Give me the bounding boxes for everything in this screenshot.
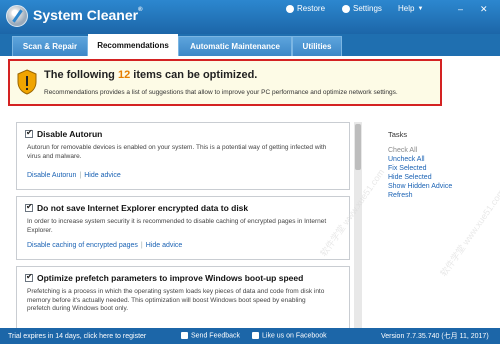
main-panel: The following 12 items can be optimized.…	[0, 56, 500, 328]
task-uncheck-all[interactable]: Uncheck All	[388, 155, 498, 164]
advice-title: Do not save Internet Explorer encrypted …	[25, 202, 248, 213]
app-title: System Cleaner®	[33, 7, 143, 23]
tasks-panel: Tasks Check All Uncheck All Fix Selected…	[388, 130, 498, 200]
settings-label: Settings	[353, 4, 382, 13]
advice-checkbox[interactable]	[25, 272, 33, 282]
restore-label: Restore	[297, 4, 326, 13]
task-check-all[interactable]: Check All	[388, 146, 498, 155]
advice-action-link[interactable]: Disable caching of encrypted pages	[27, 242, 138, 249]
advice-title: Optimize prefetch parameters to improve …	[25, 272, 303, 283]
task-refresh[interactable]: Refresh	[388, 191, 498, 200]
item-count: 12	[117, 69, 131, 81]
advice-title: Disable Autorun	[25, 128, 102, 139]
task-show-hidden-advice[interactable]: Show Hidden Advice	[388, 182, 498, 191]
banner-description: Recommendations provides a list of sugge…	[44, 89, 398, 96]
register-link[interactable]: Trial expires in 14 days, click here to …	[8, 333, 146, 340]
task-fix-selected[interactable]: Fix Selected	[388, 164, 498, 173]
advice-list: Disable Autorun Autorun for removable de…	[16, 122, 352, 328]
settings-button[interactable]: Settings	[342, 4, 382, 13]
hide-advice-link[interactable]: Hide advice	[84, 172, 121, 179]
scrollbar-thumb[interactable]	[355, 124, 361, 170]
advice-links: Disable Autorun | Hide advice	[27, 172, 121, 179]
app-logo-icon	[6, 5, 28, 27]
watermark: 软件学堂 www.xue51.com	[438, 187, 500, 279]
title-bar: System Cleaner® Restore Settings Help ▼ …	[0, 0, 500, 34]
close-button[interactable]: ✕	[480, 4, 488, 15]
help-button[interactable]: Help ▼	[398, 4, 423, 13]
advice-checkbox[interactable]	[25, 128, 33, 138]
feedback-icon	[181, 332, 188, 340]
minimize-button[interactable]: –	[458, 4, 463, 14]
tasks-title: Tasks	[388, 130, 408, 139]
chevron-down-icon: ▼	[417, 5, 424, 12]
task-hide-selected[interactable]: Hide Selected	[388, 173, 498, 182]
advice-item: Do not save Internet Explorer encrypted …	[16, 196, 350, 260]
advice-description: Prefetching is a process in which the op…	[27, 288, 325, 312]
advice-action-link[interactable]: Disable Autorun	[27, 172, 76, 179]
tab-automatic-maintenance[interactable]: Automatic Maintenance	[178, 36, 292, 56]
hide-advice-link[interactable]: Hide advice	[146, 242, 183, 249]
tab-bar: Scan & Repair Recommendations Automatic …	[0, 34, 500, 56]
facebook-link[interactable]: Like us on Facebook	[252, 332, 327, 340]
tab-recommendations[interactable]: Recommendations	[88, 34, 178, 56]
advice-description: Autorun for removable devices is enabled…	[27, 144, 327, 160]
advice-item: Disable Autorun Autorun for removable de…	[16, 122, 350, 190]
gear-icon	[342, 4, 350, 13]
restore-button[interactable]: Restore	[286, 4, 325, 13]
advice-item: Optimize prefetch parameters to improve …	[16, 266, 350, 328]
version-text: Version 7.7.35.740 (七月 11, 2017)	[381, 333, 489, 340]
tab-utilities[interactable]: Utilities	[292, 36, 342, 56]
banner-title: The following 12 items can be optimized.	[44, 69, 258, 81]
status-bar: Trial expires in 14 days, click here to …	[0, 328, 500, 344]
vertical-scrollbar[interactable]	[354, 122, 362, 328]
tab-scan-repair[interactable]: Scan & Repair	[12, 36, 88, 56]
restore-icon	[286, 4, 294, 13]
send-feedback-link[interactable]: Send Feedback	[181, 332, 240, 340]
advice-links: Disable caching of encrypted pages | Hide …	[27, 242, 183, 249]
advice-checkbox[interactable]	[25, 202, 33, 212]
facebook-icon	[252, 332, 259, 340]
advice-description: In order to increase system security it …	[27, 218, 327, 234]
help-label: Help	[398, 4, 415, 13]
warning-shield-icon	[17, 69, 37, 95]
optimization-banner: The following 12 items can be optimized.…	[8, 59, 442, 106]
